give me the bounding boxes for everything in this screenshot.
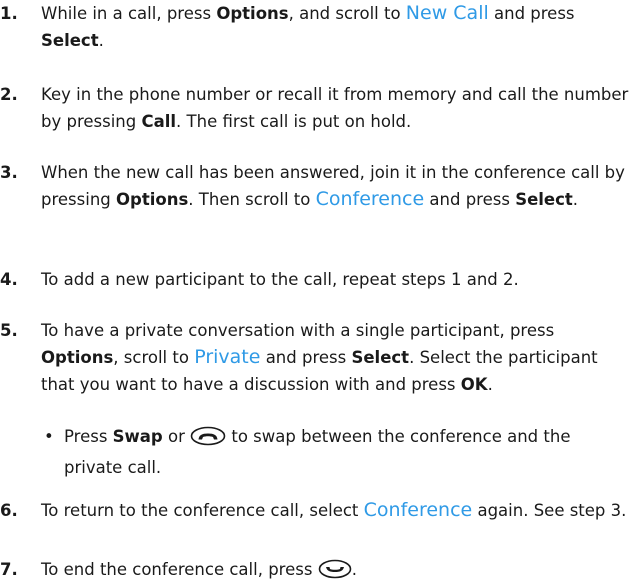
text-run: again. See step 3. <box>472 501 627 520</box>
text-run: . <box>98 31 104 50</box>
key-name-options: Options <box>41 348 114 367</box>
step-text: When the new call has been answered, joi… <box>41 159 631 213</box>
step-number: 3. <box>0 163 18 182</box>
text-run: To add a new participant to the call, re… <box>41 270 519 289</box>
text-run: or <box>162 427 191 446</box>
bullet-dot: • <box>44 427 54 446</box>
step-number: 1. <box>0 4 18 23</box>
key-name-select: Select <box>41 31 99 50</box>
bullet-text: Press Swap or to swap between the confer… <box>64 423 631 481</box>
text-run: Press <box>64 427 113 446</box>
menu-term-new-call: New Call <box>405 2 489 24</box>
text-run: . <box>572 190 579 209</box>
key-name-options: Options <box>116 190 189 209</box>
send-call-key-icon <box>190 426 226 454</box>
text-run: , and scroll to <box>288 4 406 23</box>
text-run: . <box>487 375 493 394</box>
step-text: To have a private conversation with a si… <box>41 317 631 398</box>
key-name-select: Select <box>515 190 573 209</box>
step-text: To return to the conference call, select… <box>41 497 631 524</box>
instruction-page: 1. While in a call, press Options, and s… <box>0 0 632 583</box>
step-number: 4. <box>0 270 18 289</box>
text-run: and press <box>260 348 352 367</box>
step-text: To add a new participant to the call, re… <box>41 266 631 293</box>
key-name-call: Call <box>141 112 177 131</box>
step-text: While in a call, press Options, and scro… <box>41 0 631 54</box>
key-name-swap: Swap <box>112 427 163 446</box>
step-number: 7. <box>0 560 18 579</box>
step-number: 6. <box>0 501 18 520</box>
key-name-options: Options <box>216 4 289 23</box>
step-number: 5. <box>0 321 18 340</box>
text-run: To end the conference call, press <box>41 560 318 579</box>
text-run: . <box>351 560 357 579</box>
step-text: To end the conference call, press . <box>41 556 631 587</box>
key-name-ok: OK <box>460 375 488 394</box>
text-run: , scroll to <box>113 348 195 367</box>
key-name-select: Select <box>351 348 410 367</box>
text-run: and press <box>424 190 516 209</box>
text-run: To return to the conference call, select <box>41 501 364 520</box>
text-run: and press <box>488 4 575 23</box>
menu-term-private: Private <box>194 346 261 368</box>
menu-term-conference: Conference <box>315 188 425 210</box>
menu-term-conference: Conference <box>363 499 473 521</box>
text-run: . The first call is put on hold. <box>176 112 412 131</box>
step-text: Key in the phone number or recall it fro… <box>41 81 631 135</box>
text-run: . Then scroll to <box>188 190 316 209</box>
text-run: To have a private conversation with a si… <box>41 321 555 340</box>
text-run: While in a call, press <box>41 4 217 23</box>
step-number: 2. <box>0 85 18 104</box>
